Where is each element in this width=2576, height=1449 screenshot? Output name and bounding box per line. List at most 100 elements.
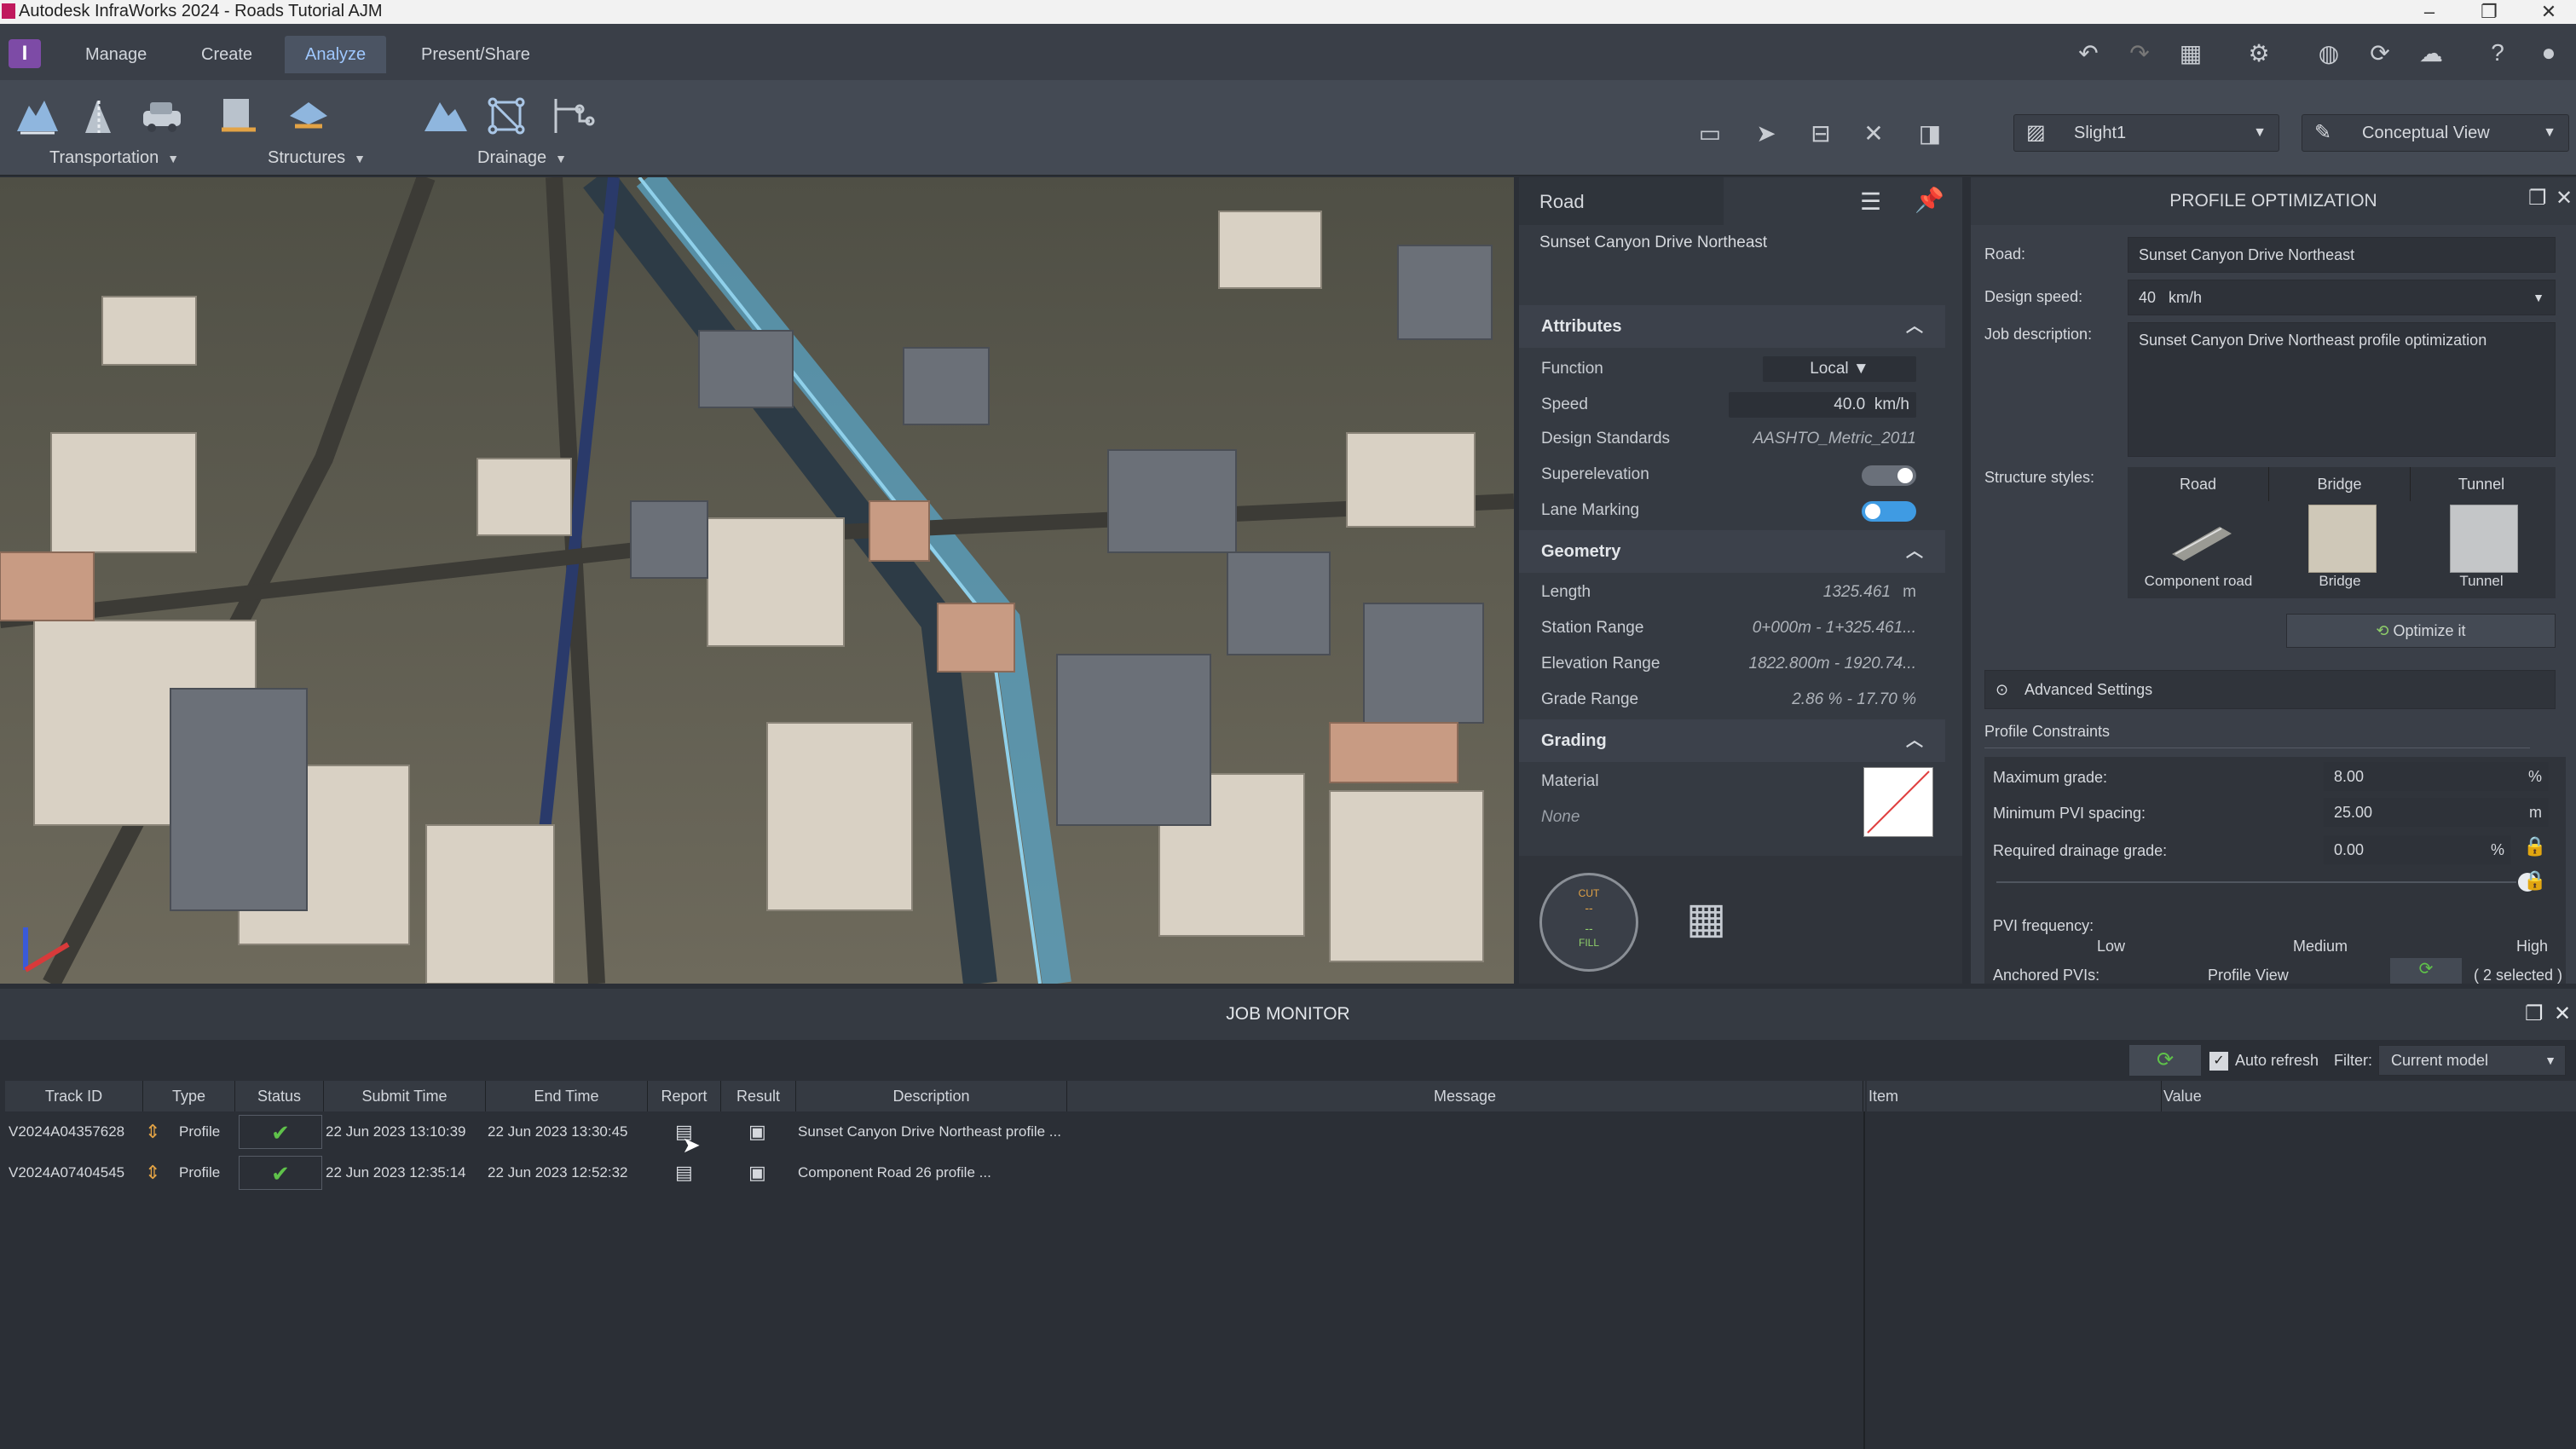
display-settings-icon[interactable]: ▭ — [1695, 118, 1725, 148]
table-row[interactable]: V2024A07404545 ⇕ Profile ✔ 22 Jun 2023 1… — [5, 1154, 1863, 1193]
close-icon[interactable]: ✕ — [2554, 989, 2571, 1040]
refresh-button[interactable]: ⟳ — [2129, 1045, 2201, 1076]
menu-lines-icon[interactable]: ☰ — [1860, 188, 1881, 216]
float-panel-icon[interactable]: ❐ — [2528, 186, 2547, 211]
refresh-anchored-icon[interactable]: ⟳ — [2390, 958, 2462, 984]
structure-deck-icon[interactable] — [283, 90, 334, 141]
filter-select[interactable]: Current model ▼ — [2378, 1045, 2566, 1076]
job-description-label: Job description: — [1984, 326, 2093, 343]
bridge-analysis-icon[interactable] — [213, 90, 264, 141]
job-description-textarea[interactable]: Sunset Canyon Drive Northeast profile op… — [2128, 322, 2556, 457]
col-result[interactable]: Result — [721, 1081, 796, 1111]
col-message[interactable]: Message — [1067, 1081, 1863, 1111]
globe-icon[interactable]: ◍ — [2313, 38, 2344, 68]
col-submit-time[interactable]: Submit Time — [324, 1081, 486, 1111]
select-pointer-icon[interactable]: ➤ — [1751, 118, 1782, 148]
line-of-sight-icon[interactable] — [73, 90, 124, 141]
measure-icon[interactable]: ⊟ — [1805, 118, 1836, 148]
cross-section-icon[interactable]: ✕ — [1858, 118, 1889, 148]
menu-bar: I Manage Create Analyze Present/Share ↶ … — [0, 24, 2576, 80]
lock-icon[interactable]: 🔒 — [2523, 835, 2546, 857]
profile-constraints-tab[interactable]: Profile Constraints — [1984, 718, 2530, 748]
report-icon[interactable]: ▤ — [675, 1154, 693, 1192]
city-scene — [0, 177, 1514, 984]
function-select[interactable]: Local ▼ — [1763, 356, 1916, 382]
pane-splitter[interactable] — [1863, 1111, 1865, 1449]
component-road-thumbnail[interactable] — [2169, 510, 2233, 569]
superelevation-toggle[interactable] — [1862, 465, 1916, 486]
status-success-icon: ✔ — [239, 1156, 322, 1190]
design-speed-select[interactable]: 40 km/h ▼ — [2128, 280, 2556, 315]
material-swatch[interactable] — [1863, 767, 1933, 837]
col-value[interactable]: Value — [2162, 1081, 2576, 1111]
tunnel-thumbnail[interactable] — [2450, 505, 2518, 573]
app-menu-button[interactable]: I — [9, 39, 41, 68]
undo-icon[interactable]: ↶ — [2073, 38, 2104, 68]
flow-path-icon[interactable] — [546, 90, 597, 141]
view-selector[interactable]: ▨ Slight1 ▼ — [2013, 114, 2279, 152]
min-pvi-spacing-label: Minimum PVI spacing: — [1993, 805, 2146, 822]
app-title-icon — [2, 3, 15, 19]
lane-marking-toggle[interactable] — [1862, 501, 1916, 522]
drainage-grade-input[interactable]: 0.00% — [2324, 835, 2511, 864]
pin-icon[interactable]: 📌 — [1915, 186, 1944, 214]
road-field[interactable]: Sunset Canyon Drive Northeast — [2128, 237, 2556, 273]
visual-style-selector[interactable]: ✎ Conceptual View ▼ — [2302, 114, 2569, 152]
bridge-thumbnail[interactable] — [2308, 505, 2377, 573]
float-panel-icon[interactable]: ❐ — [2525, 989, 2544, 1040]
3d-viewport[interactable] — [0, 177, 1514, 984]
structure-styles-label: Structure styles: — [1984, 469, 2095, 486]
type-cell: Profile — [179, 1164, 221, 1181]
speed-input[interactable]: 40.0 km/h — [1729, 392, 1916, 418]
watershed-icon[interactable] — [419, 90, 471, 141]
min-pvi-spacing-input[interactable]: 25.00 m — [2324, 798, 2549, 827]
description-cell: Component Road 26 profile ... — [798, 1164, 991, 1181]
col-track-id[interactable]: Track ID — [5, 1081, 143, 1111]
table-row[interactable]: V2024A04357628 ⇕ Profile ✔ 22 Jun 2023 1… — [5, 1113, 1863, 1152]
tab-present-share[interactable]: Present/Share — [401, 36, 551, 73]
col-status[interactable]: Status — [235, 1081, 324, 1111]
sync-icon[interactable]: ⟳ — [2365, 38, 2395, 68]
grading-section-header[interactable]: Grading ︿ — [1519, 719, 1945, 762]
tab-manage[interactable]: Manage — [65, 36, 167, 73]
pvi-frequency-medium: Medium — [2293, 938, 2348, 955]
drainage-network-icon[interactable] — [481, 90, 532, 141]
settings-icon[interactable]: ⚙ — [2244, 38, 2274, 68]
result-icon[interactable]: ▣ — [748, 1113, 766, 1151]
pvi-frequency-slider[interactable] — [1996, 869, 2537, 895]
minimize-button[interactable]: – — [2404, 0, 2455, 24]
max-grade-input[interactable]: 8.00% — [2324, 762, 2549, 791]
geometry-section-header[interactable]: Geometry ︿ — [1519, 530, 1945, 573]
vehicle-analysis-icon[interactable] — [136, 90, 188, 141]
col-end-time[interactable]: End Time — [486, 1081, 648, 1111]
col-type[interactable]: Type — [143, 1081, 235, 1111]
group-label-transportation[interactable]: Transportation ▼ — [49, 148, 179, 168]
split-view-icon[interactable]: ◨ — [1915, 118, 1945, 148]
auto-refresh-checkbox[interactable]: ✓ — [2209, 1052, 2228, 1071]
help-icon[interactable]: ? — [2482, 38, 2513, 68]
length-row: Length 1325.461 m — [1541, 583, 1916, 601]
window-titlebar: Autodesk InfraWorks 2024 - Roads Tutoria… — [0, 0, 2576, 24]
layout-icon[interactable]: ▦ — [2175, 38, 2206, 68]
cloud-icon[interactable]: ☁ — [2416, 38, 2446, 68]
col-report[interactable]: Report — [648, 1081, 721, 1111]
group-label-structures[interactable]: Structures ▼ — [268, 148, 366, 168]
tab-analyze[interactable]: Analyze — [285, 36, 387, 73]
close-window-button[interactable]: ✕ — [2523, 0, 2574, 24]
result-icon[interactable]: ▣ — [748, 1154, 766, 1192]
restore-button[interactable]: ❐ — [2463, 0, 2515, 24]
group-label-drainage[interactable]: Drainage ▼ — [477, 148, 567, 168]
user-avatar-icon[interactable]: ● — [2533, 38, 2564, 68]
road-panel-tab[interactable]: Road — [1519, 177, 1724, 225]
optimize-button[interactable]: ⟲ Optimize it — [2286, 614, 2556, 648]
lock-icon[interactable]: 🔒 — [2523, 869, 2546, 892]
col-description[interactable]: Description — [796, 1081, 1067, 1111]
col-item[interactable]: Item — [1867, 1081, 2162, 1111]
redo-icon[interactable]: ↷ — [2124, 38, 2155, 68]
attributes-section-header[interactable]: Attributes ︿ — [1519, 305, 1945, 348]
tab-create[interactable]: Create — [181, 36, 273, 73]
road-analysis-icon[interactable] — [12, 90, 63, 141]
close-icon[interactable]: ✕ — [2556, 186, 2573, 211]
advanced-settings-toggle[interactable]: ⊙ Advanced Settings — [1984, 670, 2556, 709]
calculator-icon[interactable]: ▦ — [1686, 893, 1726, 943]
